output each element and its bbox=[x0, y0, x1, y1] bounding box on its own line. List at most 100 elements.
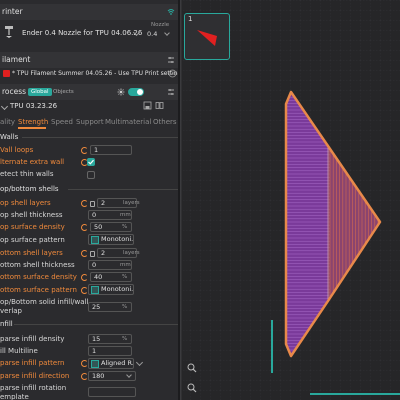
top-shell-layers-value: 2 bbox=[101, 199, 106, 207]
reset-icon[interactable] bbox=[81, 250, 88, 257]
solid-infill-overlap-label: op/Bottom solid infill/wall bbox=[0, 298, 89, 306]
unit-label: % bbox=[122, 336, 128, 342]
top-shell-thickness-label: op shell thickness bbox=[0, 211, 63, 219]
sparse-infill-direction-value: 180 bbox=[92, 372, 105, 380]
filament-edit-icon[interactable] bbox=[168, 69, 177, 78]
lock-icon[interactable] bbox=[90, 201, 95, 207]
tab-speed[interactable]: Speed bbox=[51, 116, 73, 128]
plate-number: 1 bbox=[188, 15, 193, 23]
rotation-template-input[interactable] bbox=[88, 387, 136, 397]
alternate-extra-wall-label: lternate extra wall bbox=[0, 158, 65, 166]
alternate-extra-wall-checkbox[interactable] bbox=[87, 158, 95, 166]
nozzle-value[interactable]: 0.4 bbox=[147, 30, 157, 39]
plate-preview-icon bbox=[197, 30, 217, 46]
sparse-infill-pattern-value: Aligned R... bbox=[101, 359, 134, 367]
bottom-shell-layers-label: ottom shell layers bbox=[0, 249, 63, 257]
bottom-surface-density-label: ottom surface density bbox=[0, 273, 77, 281]
unit-label: layers bbox=[123, 200, 140, 206]
wall-loops-input[interactable]: 1 bbox=[90, 145, 132, 155]
fill-multiline-input[interactable]: 1 bbox=[88, 346, 132, 356]
process-section-header[interactable]: rocess Global Objects bbox=[0, 84, 180, 100]
pattern-icon bbox=[91, 286, 99, 294]
bottom-surface-pattern-value: Monotoni... bbox=[101, 285, 134, 293]
sparse-infill-pattern-label: parse infill pattern bbox=[0, 359, 65, 367]
objects-badge[interactable]: Objects bbox=[50, 88, 77, 96]
zoom-icon[interactable] bbox=[187, 363, 197, 373]
tab-quality[interactable]: ality bbox=[0, 116, 15, 128]
process-preset[interactable]: TPU 03.23.26 bbox=[10, 102, 57, 111]
settings-sidebar: rinter Ender 0.4 Nozzle for TPU 04.06.26… bbox=[0, 0, 180, 400]
filament-section-title: ilament bbox=[2, 55, 31, 64]
pattern-icon bbox=[91, 360, 99, 368]
section-divider bbox=[22, 137, 178, 138]
filament-color-swatch[interactable] bbox=[3, 70, 10, 77]
bottom-surface-density-value: 40 bbox=[94, 273, 103, 281]
printer-icon bbox=[5, 26, 13, 38]
preset-dropdown-icon[interactable] bbox=[0, 102, 9, 111]
global-badge[interactable]: Global bbox=[28, 88, 52, 96]
filament-settings-icon[interactable] bbox=[167, 56, 175, 64]
save-preset-icon[interactable] bbox=[143, 101, 152, 110]
lock-icon[interactable] bbox=[90, 251, 95, 257]
top-surface-pattern-select[interactable]: Monotoni... bbox=[88, 234, 134, 245]
bottom-shell-thickness-value: 0 bbox=[92, 261, 97, 269]
advanced-toggle[interactable] bbox=[128, 88, 144, 96]
reset-icon[interactable] bbox=[81, 274, 88, 281]
printer-section-title: rinter bbox=[2, 7, 23, 16]
unit-label: % bbox=[122, 224, 128, 230]
unit-label: % bbox=[122, 274, 128, 280]
reset-icon[interactable] bbox=[81, 360, 88, 367]
sparse-infill-pattern-select[interactable]: Aligned R... bbox=[88, 358, 134, 369]
section-divider bbox=[14, 324, 178, 325]
tab-multimaterial[interactable]: Multimaterial bbox=[105, 116, 151, 128]
filament-entry[interactable]: * TPU Filament Summer 04.05.26 - Use TPU… bbox=[12, 69, 180, 78]
wifi-icon[interactable] bbox=[167, 8, 175, 16]
compare-preset-icon[interactable] bbox=[155, 101, 164, 110]
sparse-infill-density-value: 15 bbox=[92, 335, 101, 343]
wall-loops-value: 1 bbox=[94, 146, 99, 154]
solid-infill-overlap-label-cont: verlap bbox=[0, 307, 23, 315]
3d-viewport[interactable]: 1 bbox=[180, 0, 400, 400]
rotation-template-label: parse infill rotation bbox=[0, 384, 67, 392]
top-surface-density-value: 50 bbox=[94, 223, 103, 231]
plate-thumbnail[interactable]: 1 bbox=[184, 13, 230, 60]
top-shell-thickness-value: 0 bbox=[92, 211, 97, 219]
sparse-infill-density-label: parse infill density bbox=[0, 335, 65, 343]
bottom-surface-pattern-select[interactable]: Monotoni... bbox=[88, 284, 134, 295]
process-settings-icon[interactable] bbox=[167, 88, 175, 96]
reset-icon[interactable] bbox=[81, 200, 88, 207]
unit-label: % bbox=[122, 304, 128, 310]
topbottom-section-title: op/bottom shells bbox=[0, 185, 59, 193]
fill-multiline-label: ill Multiline bbox=[0, 347, 38, 355]
tab-support[interactable]: Support bbox=[76, 116, 104, 128]
pattern-icon bbox=[91, 236, 99, 244]
section-divider bbox=[68, 189, 178, 190]
sparse-infill-direction-label: parse infill direction bbox=[0, 372, 70, 380]
process-section-title: rocess bbox=[2, 87, 27, 96]
rotation-template-label-cont: emplate bbox=[0, 393, 29, 400]
nozzle-dropdown-icon[interactable] bbox=[164, 30, 170, 36]
active-tab-indicator bbox=[18, 127, 46, 129]
detect-thin-walls-checkbox[interactable] bbox=[87, 171, 95, 179]
walls-section-title: Walls bbox=[0, 133, 19, 141]
top-surface-density-label: op surface density bbox=[0, 223, 65, 231]
printer-section-header[interactable]: rinter bbox=[0, 4, 180, 20]
reset-icon[interactable] bbox=[81, 224, 88, 231]
pattern-dropdown-icon[interactable] bbox=[135, 358, 144, 367]
search-icon[interactable] bbox=[187, 383, 197, 393]
advanced-settings-icon[interactable] bbox=[117, 88, 125, 96]
bottom-surface-pattern-label: ottom surface pattern bbox=[0, 286, 77, 294]
reset-icon[interactable] bbox=[81, 147, 88, 154]
reset-icon[interactable] bbox=[81, 373, 88, 380]
fill-multiline-value: 1 bbox=[92, 347, 97, 355]
tab-others[interactable]: Others bbox=[153, 116, 177, 128]
filament-section-header[interactable]: ilament bbox=[0, 52, 180, 68]
bottom-shell-layers-value: 2 bbox=[101, 249, 106, 257]
infill-section-title: nfill bbox=[0, 320, 13, 328]
bottom-shell-thickness-label: ottom shell thickness bbox=[0, 261, 75, 269]
nozzle-label: Nozzle bbox=[151, 22, 170, 28]
printer-name[interactable]: Ender 0.4 Nozzle for TPU 04.06.26 bbox=[22, 29, 142, 38]
unit-label: layers bbox=[123, 250, 140, 256]
reset-icon[interactable] bbox=[81, 287, 88, 294]
unit-label: mm bbox=[120, 212, 131, 218]
